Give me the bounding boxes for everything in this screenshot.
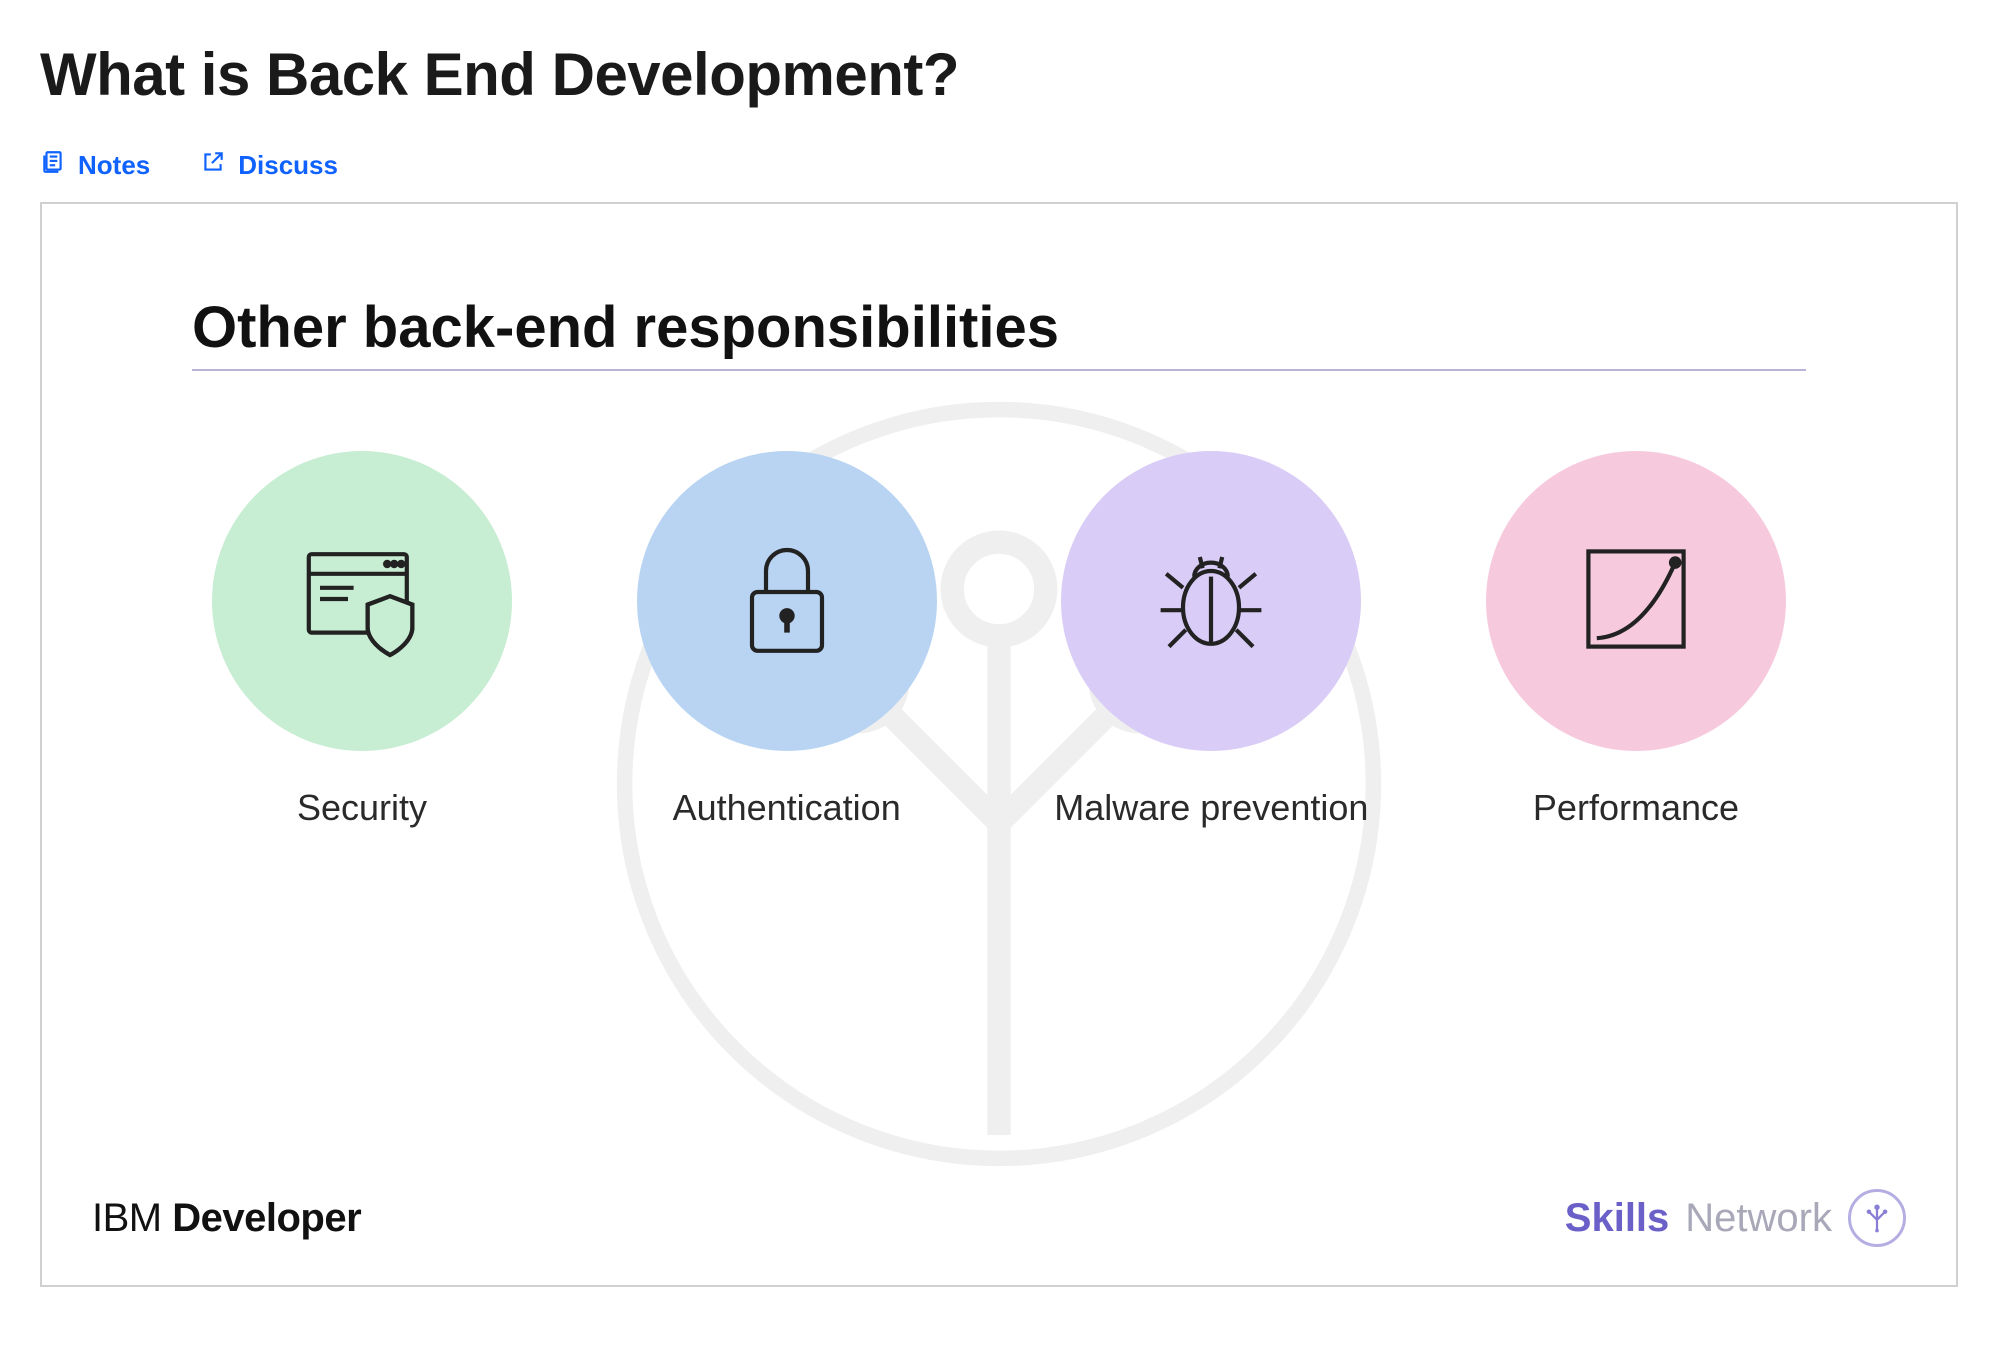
notes-button[interactable]: Notes <box>40 149 150 182</box>
item-label-security: Security <box>297 785 427 830</box>
growth-chart-icon <box>1566 529 1706 674</box>
discuss-button[interactable]: Discuss <box>200 149 338 182</box>
item-malware: Malware prevention <box>1051 451 1371 830</box>
notes-label: Notes <box>78 150 150 181</box>
circle-security <box>212 451 512 751</box>
page-title: What is Back End Development? <box>40 40 1958 109</box>
footer-brand: IBM Developer <box>92 1196 361 1241</box>
item-security: Security <box>202 451 522 830</box>
footer-right: Skills Network <box>1565 1189 1906 1247</box>
items-row: Security Authentication <box>192 451 1806 830</box>
item-label-malware: Malware prevention <box>1054 785 1368 830</box>
footer-network: Network <box>1685 1196 1832 1241</box>
item-label-performance: Performance <box>1533 785 1739 830</box>
item-label-authentication: Authentication <box>673 785 901 830</box>
circle-authentication <box>637 451 937 751</box>
bug-icon <box>1141 529 1281 674</box>
footer-brand-light: IBM <box>92 1196 162 1240</box>
slide-heading: Other back-end responsibilities <box>192 294 1806 371</box>
browser-shield-icon <box>292 529 432 674</box>
notes-icon <box>40 149 66 182</box>
external-link-icon <box>200 149 226 182</box>
discuss-label: Discuss <box>238 150 338 181</box>
slide-frame: Other back-end responsibilities <box>40 202 1958 1287</box>
header-actions: Notes Discuss <box>40 149 1958 182</box>
skills-network-logo-icon <box>1848 1189 1906 1247</box>
lock-icon <box>717 529 857 674</box>
circle-malware <box>1061 451 1361 751</box>
footer-brand-bold: Developer <box>172 1196 361 1240</box>
slide-footer: IBM Developer Skills Network <box>42 1189 1956 1247</box>
item-performance: Performance <box>1476 451 1796 830</box>
footer-skills: Skills <box>1565 1196 1670 1241</box>
item-authentication: Authentication <box>627 451 947 830</box>
circle-performance <box>1486 451 1786 751</box>
